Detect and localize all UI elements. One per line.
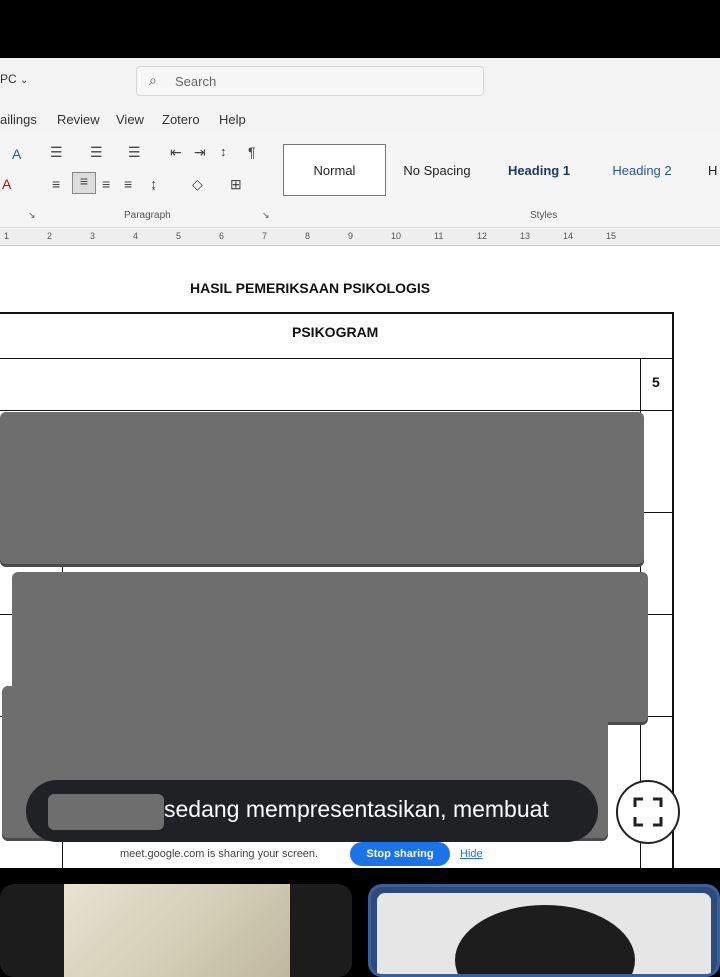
ruler-number: 8 — [305, 231, 311, 241]
title-bar: PC ⌄ ⌕ Search — [0, 58, 720, 104]
pc-label-text: PC — [0, 72, 17, 86]
sort-icon[interactable]: ↕ — [220, 144, 227, 159]
ruler-number: 15 — [606, 231, 617, 241]
menu-help[interactable]: Help — [219, 112, 246, 127]
decrease-indent-icon[interactable]: ⇤ — [170, 144, 182, 161]
menu-review[interactable]: Review — [57, 112, 100, 127]
presenting-banner: sedang mempresentasikan, membuat — [26, 780, 598, 842]
share-notice-bar: meet.google.com is sharing your screen. … — [110, 842, 510, 868]
style-no-spacing[interactable]: No Spacing — [392, 144, 482, 196]
style-heading-3-label: H — [708, 162, 718, 178]
justify-icon[interactable]: ≡ — [124, 176, 132, 192]
style-normal-label: Normal — [313, 162, 356, 178]
ruler-number: 6 — [219, 231, 225, 241]
font-color-icon[interactable]: A — [2, 176, 11, 192]
redaction-block — [48, 794, 164, 830]
ruler-number: 9 — [348, 231, 354, 241]
paragraph-group-label: Paragraph — [124, 210, 171, 221]
ruler-number: 12 — [477, 231, 488, 241]
ruler-number: 13 — [520, 231, 531, 241]
ruler-number: 3 — [90, 231, 96, 241]
menu-zotero[interactable]: Zotero — [162, 112, 200, 127]
ruler-number: 11 — [434, 231, 444, 241]
numbering-icon[interactable]: ☰ — [90, 144, 103, 161]
ruler-number: 4 — [133, 231, 139, 241]
align-left-icon[interactable]: ≡ — [52, 176, 60, 192]
search-placeholder: Search — [175, 74, 217, 89]
participant-video — [377, 893, 711, 974]
align-center-icon[interactable]: ≡ — [72, 172, 96, 194]
ruler-number: 10 — [391, 231, 402, 241]
pilcrow-icon[interactable]: ¶ — [248, 144, 256, 160]
line-spacing-icon[interactable]: ↨ — [150, 176, 157, 192]
ruler-number: 2 — [47, 231, 53, 241]
ruler-number: 1 — [4, 231, 10, 241]
table-header-psikogram: PSIKOGRAM — [292, 324, 379, 340]
paragraph-dialog-launcher-icon[interactable]: ↘ — [262, 210, 270, 221]
redaction-block — [0, 412, 644, 564]
table-row-line — [0, 358, 674, 359]
document-title: HASIL PEMERIKSAAN PSIKOLOGIS — [190, 280, 431, 296]
style-no-spacing-label: No Spacing — [403, 162, 471, 178]
menu-bar: ailings Review View Zotero Help — [0, 104, 720, 132]
participant-hair — [455, 905, 635, 974]
presenting-text: sedang mempresentasikan, membuat — [164, 796, 549, 822]
participant-tile-active[interactable] — [368, 884, 720, 977]
table-top-border — [0, 312, 674, 314]
menu-view[interactable]: View — [116, 112, 144, 127]
style-normal[interactable]: Normal — [283, 144, 386, 196]
ruler-number: 14 — [563, 231, 574, 241]
document-page: HASIL PEMERIKSAAN PSIKOLOGIS PSIKOGRAM 5… — [0, 246, 720, 868]
table-row-line — [0, 410, 674, 411]
font-dialog-launcher-icon[interactable]: ↘ — [28, 210, 36, 221]
menu-mailings[interactable]: ailings — [0, 112, 37, 127]
ruler-number: 7 — [262, 231, 268, 241]
multilevel-list-icon[interactable]: ☰ — [128, 144, 141, 161]
ruler[interactable]: 1 2 3 4 5 6 7 8 9 10 11 12 13 14 15 — [0, 228, 720, 246]
style-heading-2-label: Heading 2 — [612, 162, 672, 178]
style-heading-2[interactable]: Heading 2 — [598, 144, 686, 196]
style-heading-1-label: Heading 1 — [507, 162, 571, 178]
search-icon: ⌕ — [149, 72, 157, 88]
align-right-icon[interactable]: ≡ — [102, 176, 110, 192]
share-notice-text: meet.google.com is sharing your screen. — [120, 848, 319, 860]
style-heading-1[interactable]: Heading 1 — [494, 144, 584, 196]
ribbon: A A ☰ ☰ ☰ ⇤ ⇥ ↕ ¶ ≡ ≡ ≡ ≡ ↨ ◇ ⊞ ↘ Paragr… — [0, 132, 720, 228]
participant-video — [64, 884, 290, 977]
clear-formatting-icon[interactable]: A — [12, 146, 21, 162]
shared-screen: PC ⌄ ⌕ Search ailings Review View Zotero… — [0, 58, 720, 868]
column-score-5: 5 — [652, 374, 660, 390]
shading-icon[interactable]: ◇ — [192, 176, 203, 193]
search-box[interactable]: ⌕ Search — [136, 66, 484, 96]
participant-tile[interactable] — [0, 884, 352, 977]
chevron-down-icon: ⌄ — [20, 75, 29, 86]
pc-label[interactable]: PC ⌄ — [0, 72, 28, 86]
increase-indent-icon[interactable]: ⇥ — [194, 144, 206, 161]
style-heading-3[interactable]: H — [708, 144, 720, 196]
hide-link[interactable]: Hide — [460, 848, 483, 860]
fullscreen-icon — [633, 797, 663, 827]
fullscreen-button[interactable] — [616, 780, 680, 844]
bullets-icon[interactable]: ☰ — [50, 144, 63, 161]
stop-sharing-button[interactable]: Stop sharing — [350, 842, 450, 866]
styles-group-label: Styles — [530, 210, 558, 221]
ruler-number: 5 — [176, 231, 182, 241]
borders-icon[interactable]: ⊞ — [230, 176, 242, 193]
